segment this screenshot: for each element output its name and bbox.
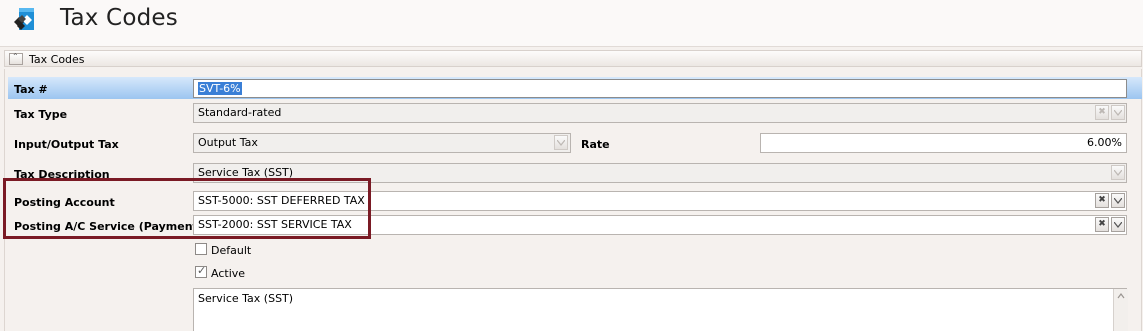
io-tax-value: Output Tax (198, 136, 258, 149)
checkmark-icon: ✓ (197, 264, 207, 277)
tax-no-value: SVT-6% (198, 82, 242, 95)
tax-no-input[interactable]: SVT-6% (193, 79, 1127, 98)
active-label: Active (211, 267, 246, 280)
clear-icon[interactable]: ✖ (1095, 217, 1109, 232)
chevron-down-icon[interactable] (1111, 193, 1125, 208)
chevron-down-icon[interactable] (1111, 217, 1125, 232)
section-label: Tax Codes (29, 53, 85, 66)
section-header: ⌃ Tax Codes (4, 50, 1142, 67)
page-title: Tax Codes (60, 5, 178, 31)
io-tax-label: Input/Output Tax (14, 138, 119, 151)
rate-value: 6.00% (1087, 136, 1122, 149)
active-checkbox[interactable]: ✓ (195, 264, 207, 278)
io-tax-field[interactable]: Output Tax (193, 133, 571, 153)
tax-type-value: Standard-rated (198, 106, 282, 119)
annotation-highlight-box (3, 178, 371, 239)
scroll-up-icon (1117, 293, 1125, 299)
default-checkbox[interactable] (195, 243, 207, 255)
description-textarea[interactable]: Service Tax (SST) (193, 288, 1127, 331)
chevron-down-icon[interactable] (554, 135, 568, 150)
chevron-up-icon: ⌃ (12, 52, 19, 61)
clear-icon[interactable]: ✖ (1095, 105, 1109, 120)
clear-icon[interactable]: ✖ (1095, 193, 1109, 208)
default-label: Default (211, 244, 252, 257)
tax-type-label: Tax Type (14, 108, 68, 121)
tax-type-field[interactable]: Standard-rated (193, 103, 1127, 123)
chevron-down-icon[interactable] (1111, 165, 1125, 180)
rate-label: Rate (581, 138, 610, 151)
description-text: Service Tax (SST) (198, 292, 294, 305)
rate-input[interactable]: 6.00% (760, 133, 1127, 153)
tax-codes-diamond-icon (12, 7, 38, 33)
chevron-down-icon[interactable] (1111, 105, 1125, 120)
textarea-scrollbar[interactable] (1113, 289, 1128, 331)
collapse-section-button[interactable]: ⌃ (9, 52, 23, 65)
tax-no-label: Tax # (14, 83, 48, 96)
